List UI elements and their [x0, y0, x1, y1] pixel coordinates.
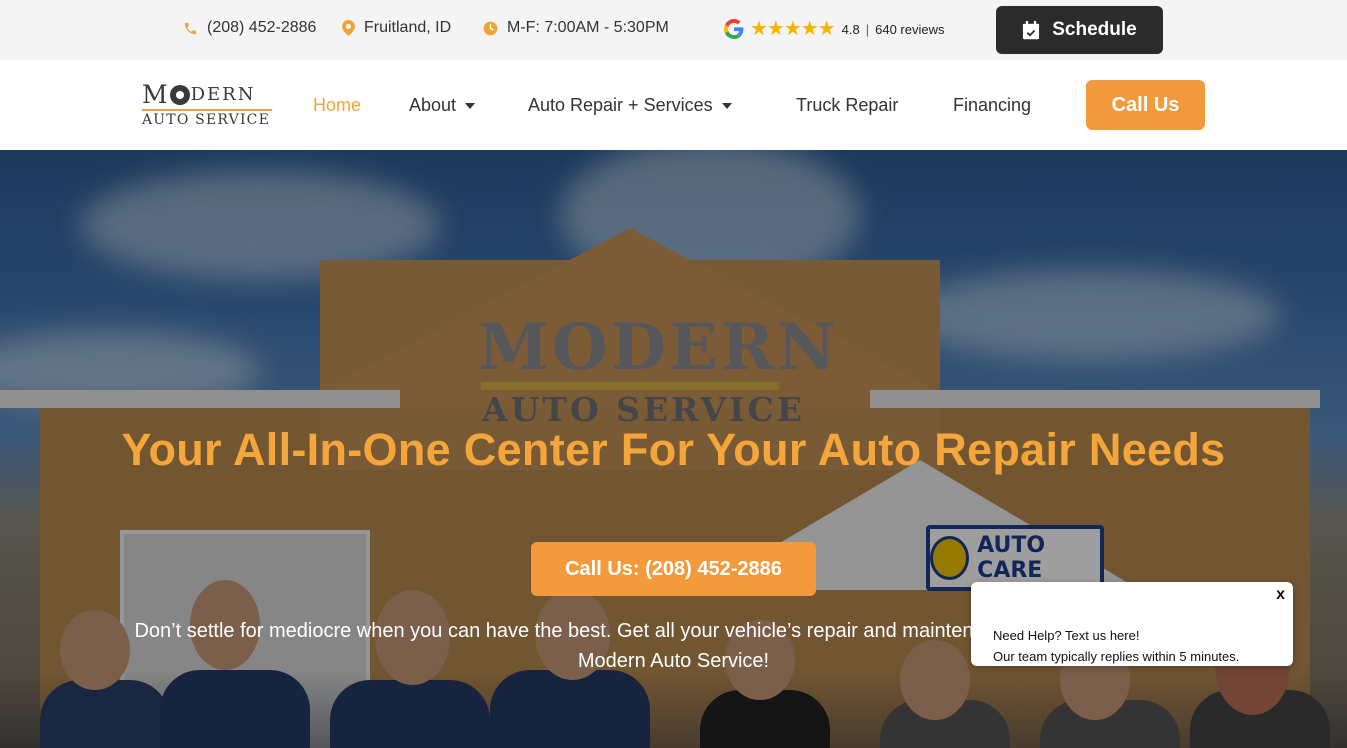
logo[interactable]: M DERN AUTO SERVICE [142, 82, 272, 130]
logo-line-2: AUTO SERVICE [142, 112, 270, 128]
logo-line-1-rest: DERN [190, 84, 256, 105]
location-text: Fruitland, ID [364, 19, 452, 36]
rating-stars: ★★★★★ [750, 18, 836, 40]
hours-text: M-F: 7:00AM - 5:30PM [507, 19, 669, 36]
clock-icon [483, 21, 498, 35]
caret-down-icon [465, 102, 476, 109]
calendar-check-icon [1023, 20, 1040, 39]
logo-letter-m: M [142, 80, 169, 109]
rating-value: 4.8 [841, 21, 860, 37]
main-navigation: M DERN AUTO SERVICE Home About Auto Repa… [0, 60, 1347, 150]
location-pin-icon [342, 20, 355, 36]
schedule-label: Schedule [1052, 19, 1137, 40]
topbar-hours: M-F: 7:00AM - 5:30PM [483, 19, 669, 37]
hero-call-button[interactable]: Call Us: (208) 452-2886 [531, 542, 816, 596]
gear-icon [169, 85, 190, 105]
logo-line-1: M DERN [142, 82, 272, 108]
nav-about-label: About [409, 95, 457, 115]
google-rating[interactable]: ★★★★★ 4.8 | 640 reviews [724, 19, 945, 39]
reviews-count: 640 reviews [875, 21, 945, 37]
phone-text: (208) 452-2886 [207, 19, 317, 36]
logo-divider [142, 109, 272, 111]
nav-about[interactable]: About [409, 95, 476, 116]
top-info-bar: (208) 452-2886 Fruitland, ID M-F: 7:00AM… [0, 0, 1347, 60]
nav-auto-repair-label: Auto Repair + Services [528, 95, 713, 115]
phone-icon [184, 22, 197, 34]
text-us-popup[interactable]: x Need Help? Text us here! Our team typi… [971, 582, 1293, 666]
hero-title: Your All-In-One Center For Your Auto Rep… [121, 424, 1226, 475]
schedule-button[interactable]: Schedule [996, 6, 1163, 54]
chat-message-line-2: Our team typically replies within 5 minu… [993, 649, 1240, 664]
caret-down-icon [721, 102, 732, 109]
topbar-location: Fruitland, ID [342, 19, 451, 37]
chat-message-line-1: Need Help? Text us here! [993, 628, 1140, 643]
nav-auto-repair-services[interactable]: Auto Repair + Services [528, 95, 732, 116]
topbar-phone[interactable]: (208) 452-2886 [183, 19, 316, 37]
nav-home[interactable]: Home [313, 95, 361, 116]
call-us-button[interactable]: Call Us [1086, 80, 1205, 130]
nav-financing[interactable]: Financing [953, 95, 1031, 116]
nav-truck-repair[interactable]: Truck Repair [796, 95, 898, 116]
close-icon[interactable]: x [1276, 586, 1285, 604]
rating-separator: | [865, 21, 870, 37]
google-icon [724, 19, 744, 39]
